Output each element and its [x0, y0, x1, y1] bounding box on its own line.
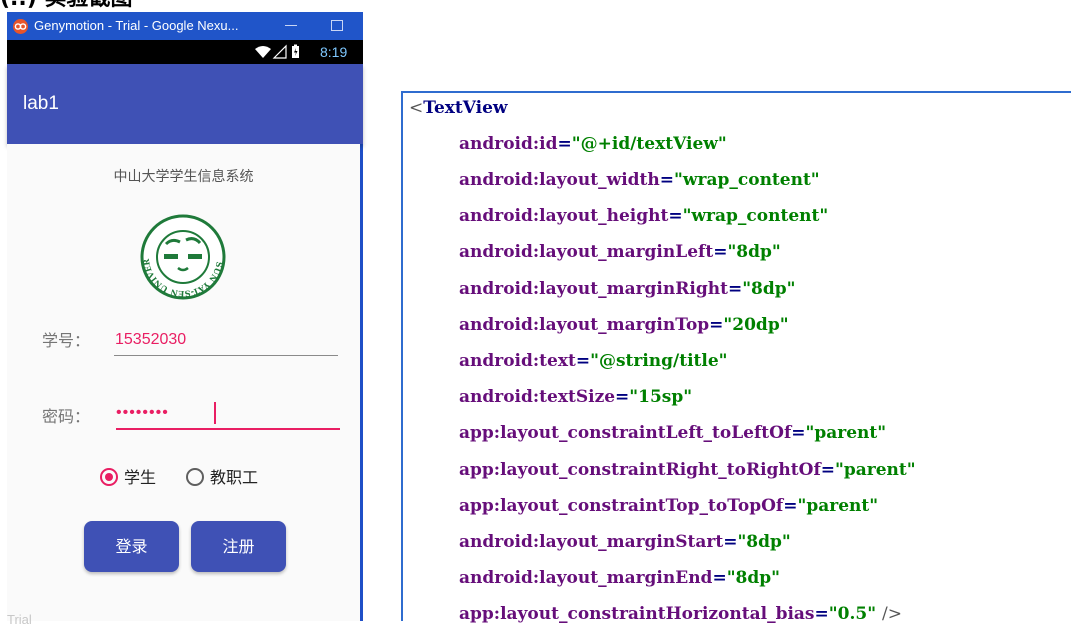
minimize-button[interactable] — [277, 12, 307, 40]
code-line: android:layout_height="wrap_content" — [459, 206, 829, 226]
university-logo: SUN YAT-SEN UNIVERSITY — [140, 214, 226, 300]
status-icons — [255, 44, 299, 59]
code-tag-open: <TextView — [409, 98, 508, 118]
status-time: 8:19 — [320, 44, 348, 60]
code-line: android:layout_marginEnd="8dp" — [459, 568, 781, 588]
genymotion-icon — [13, 19, 28, 34]
page-title: 中山大学学生信息系统 — [113, 169, 254, 185]
app-content: 中山大学学生信息系统 SUN YAT-SEN UNIVERSITY 学号： 15… — [7, 144, 360, 627]
role-radio-group: 学生 教职工 — [100, 466, 300, 490]
code-panel: <TextView android:id="@+id/textView" and… — [401, 91, 1071, 624]
maximize-button[interactable] — [323, 12, 353, 40]
code-line: android:text="@string/title" — [459, 351, 728, 371]
code-line: app:layout_constraintHorizontal_bias="0.… — [459, 604, 902, 624]
window-titlebar[interactable]: Genymotion - Trial - Google Nexu... — [7, 12, 363, 40]
staff-radio-label[interactable]: 教职工 — [210, 466, 258, 490]
staff-radio[interactable] — [186, 468, 204, 486]
code-line: android:layout_width="wrap_content" — [459, 170, 820, 190]
login-button[interactable]: 登录 — [84, 521, 179, 572]
battery-icon — [292, 44, 299, 58]
password-label: 密码： — [42, 407, 91, 426]
page-heading: (..) 实验截图 — [0, 0, 300, 12]
toolbar-title: lab1 — [23, 93, 59, 114]
code-line: android:layout_marginRight="8dp" — [459, 279, 796, 299]
password-mask: •••••••• — [116, 404, 169, 421]
app-toolbar: lab1 — [7, 64, 363, 144]
register-button[interactable]: 注册 — [191, 521, 286, 572]
code-line: android:textSize="15sp" — [459, 387, 693, 407]
code-line: android:layout_marginLeft="8dp" — [459, 242, 781, 262]
code-line: app:layout_constraintRight_toRightOf="pa… — [459, 460, 916, 480]
window-title: Genymotion - Trial - Google Nexu... — [34, 18, 239, 33]
password-input[interactable]: •••••••• — [116, 400, 340, 430]
text-cursor — [214, 402, 216, 424]
code-line: android:id="@+id/textView" — [459, 134, 727, 154]
android-status-bar: 8:19 — [7, 40, 363, 64]
code-line: android:layout_marginTop="20dp" — [459, 315, 789, 335]
wifi-icon — [255, 46, 271, 58]
student-radio-label[interactable]: 学生 — [124, 466, 156, 490]
code-line: app:layout_constraintLeft_toLeftOf="pare… — [459, 423, 887, 443]
code-line: app:layout_constraintTop_toTopOf="parent… — [459, 496, 879, 516]
code-line: android:layout_marginStart="8dp" — [459, 532, 791, 552]
trial-watermark: Trial — [7, 612, 32, 627]
emulator-window: Genymotion - Trial - Google Nexu... 8:19… — [7, 12, 363, 627]
student-id-label: 学号： — [42, 331, 91, 350]
student-radio[interactable] — [100, 468, 118, 486]
student-id-input[interactable]: 15352030 — [114, 326, 338, 356]
signal-icon — [272, 44, 287, 59]
